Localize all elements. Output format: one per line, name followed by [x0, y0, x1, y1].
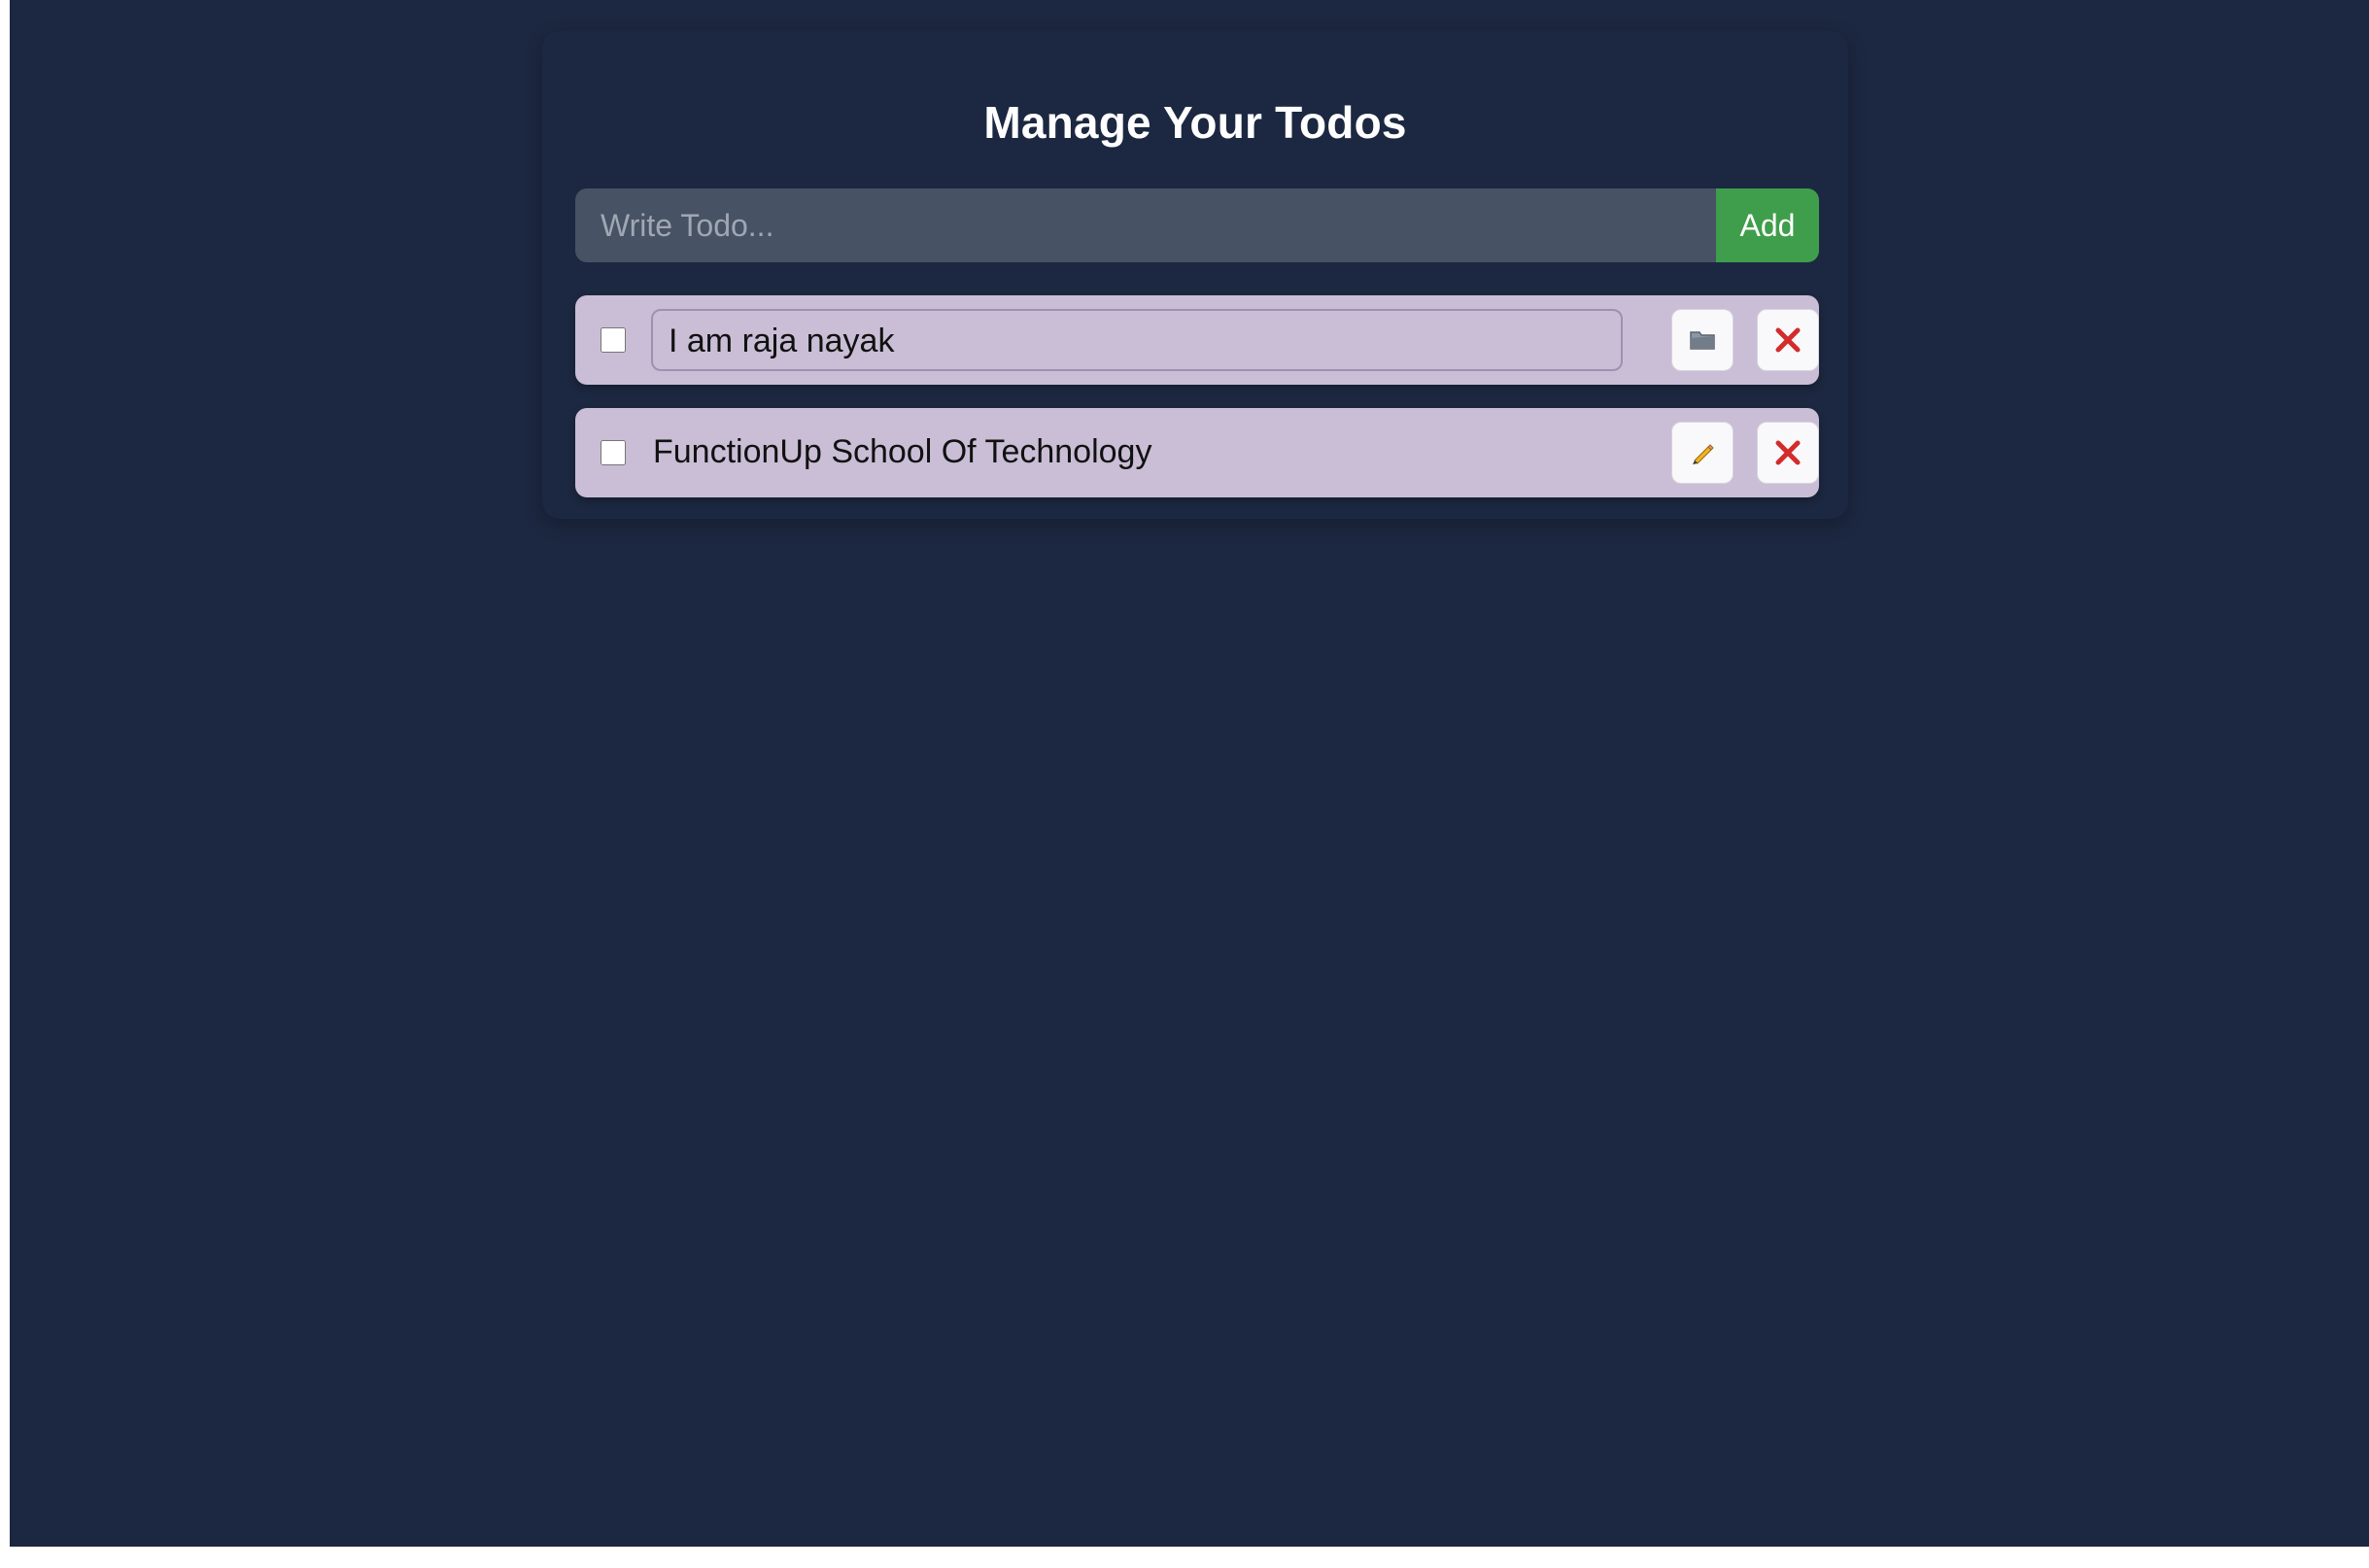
todo-input[interactable] — [575, 188, 1716, 262]
pencil-icon — [1688, 438, 1717, 467]
close-icon — [1773, 438, 1802, 467]
edit-button[interactable] — [1671, 422, 1734, 484]
page-title: Manage Your Todos — [983, 97, 1407, 148]
save-button[interactable] — [1671, 309, 1734, 371]
todo-checkbox[interactable] — [601, 440, 626, 465]
close-icon — [1773, 325, 1802, 355]
delete-button[interactable] — [1757, 309, 1819, 371]
folder-icon — [1689, 328, 1716, 352]
todo-text: FunctionUp School Of Technology — [653, 433, 1152, 470]
todo-item: I am raja nayak — [575, 295, 1819, 385]
app-background: Manage Your Todos Add I am raja nayak — [10, 0, 2369, 1547]
todo-checkbox[interactable] — [601, 327, 626, 353]
delete-button[interactable] — [1757, 422, 1819, 484]
todo-text-field[interactable]: I am raja nayak — [651, 309, 1623, 371]
todo-list: I am raja nayak FunctionUp School Of Tec… — [575, 295, 1819, 521]
todo-form: Add — [575, 188, 1819, 262]
todo-item: FunctionUp School Of Technology — [575, 408, 1819, 497]
add-button[interactable]: Add — [1716, 188, 1819, 262]
todo-panel: Manage Your Todos Add I am raja nayak — [542, 31, 1848, 519]
